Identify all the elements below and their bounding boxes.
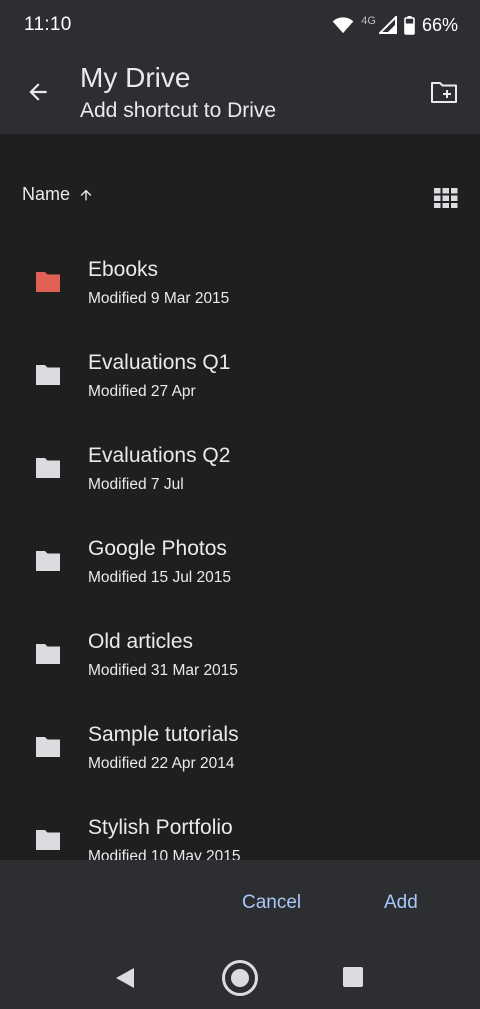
folder-icon [36, 644, 60, 664]
wifi-icon [332, 17, 354, 34]
folder-shape [36, 830, 60, 850]
system-nav-bar [0, 948, 480, 1009]
arrow-up-icon [80, 189, 92, 200]
file-name: Evaluations Q2 [88, 444, 231, 467]
folder-shape [36, 272, 60, 292]
cell-signal-icon [378, 16, 397, 34]
action-bar: Cancel Add [0, 860, 480, 948]
status-bar: 11:10 4G 66% [0, 0, 480, 50]
battery-percent: 66% [421, 14, 458, 35]
nav-home-icon[interactable] [220, 958, 260, 998]
nav-back-icon[interactable] [112, 964, 140, 992]
status-icons: 4G 66% [332, 12, 458, 38]
folder-icon [36, 737, 60, 757]
folder-shape [36, 551, 60, 571]
file-modified: Modified 15 Jul 2015 [88, 569, 232, 586]
file-modified: Modified 31 Mar 2015 [88, 662, 238, 679]
file-modified: Modified 10 May 2015 [88, 848, 241, 860]
file-modified: Modified 27 Apr [88, 383, 196, 400]
folder-icon [36, 830, 60, 850]
page-title: My Drive [80, 62, 191, 93]
folder-shape [36, 644, 60, 664]
cancel-button[interactable]: Cancel [226, 888, 317, 918]
folder-row-stylish-portfolio[interactable]: Stylish Portfolio Modified 10 May 2015 [0, 782, 480, 860]
folder-shape [36, 365, 60, 385]
file-modified: Modified 7 Jul [88, 476, 184, 493]
status-time: 11:10 [24, 14, 72, 35]
file-list: Ebooks Modified 9 Mar 2015 Evaluations Q… [0, 224, 480, 860]
folder-row-evaluations-q2[interactable]: Evaluations Q2 Modified 7 Jul [0, 410, 480, 503]
folder-icon [36, 551, 60, 571]
file-modified: Modified 9 Mar 2015 [88, 290, 230, 307]
battery-icon [404, 15, 415, 35]
app-bar: My Drive Add shortcut to Drive [0, 50, 480, 134]
sort-by-name-button[interactable]: Name [22, 184, 94, 205]
folder-row-ebooks[interactable]: Ebooks Modified 9 Mar 2015 [0, 224, 480, 317]
new-folder-button[interactable] [422, 70, 466, 114]
folder-icon [36, 272, 60, 292]
add-button[interactable]: Add [368, 888, 434, 918]
file-name: Sample tutorials [88, 723, 239, 746]
network-type: 4G [361, 15, 376, 27]
file-name: Stylish Portfolio [88, 816, 233, 839]
sort-label: Name [22, 184, 71, 204]
folder-shape [36, 458, 60, 478]
file-name: Google Photos [88, 537, 227, 560]
file-name: Old articles [88, 630, 194, 653]
sort-row: Name [0, 170, 480, 224]
arrow-back-icon [29, 83, 47, 101]
grid-view-button[interactable] [428, 180, 464, 216]
file-name: Evaluations Q1 [88, 351, 231, 374]
create-new-folder-icon [431, 82, 457, 103]
folder-row-sample-tutorials[interactable]: Sample tutorials Modified 22 Apr 2014 [0, 689, 480, 782]
folder-row-google-photos[interactable]: Google Photos Modified 15 Jul 2015 [0, 503, 480, 596]
folder-icon [36, 365, 60, 385]
folder-row-old-articles[interactable]: Old articles Modified 31 Mar 2015 [0, 596, 480, 689]
back-button[interactable] [16, 70, 60, 114]
folder-row-evaluations-q1[interactable]: Evaluations Q1 Modified 27 Apr [0, 317, 480, 410]
file-name: Ebooks [88, 258, 159, 281]
grid-view-icon [434, 188, 458, 208]
page-subtitle: Add shortcut to Drive [80, 99, 277, 122]
folder-shape [36, 737, 60, 757]
nav-recents-icon[interactable] [342, 966, 364, 988]
file-modified: Modified 22 Apr 2014 [88, 755, 235, 772]
folder-icon [36, 458, 60, 478]
